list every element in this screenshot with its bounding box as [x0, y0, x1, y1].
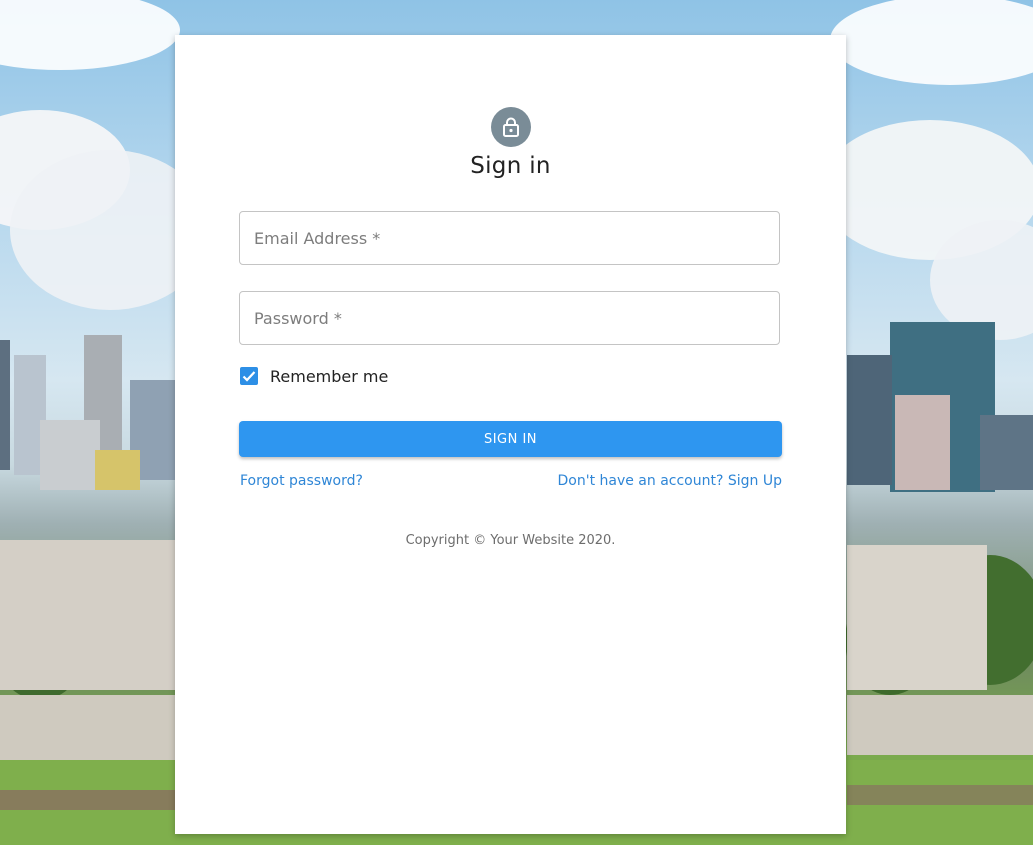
remember-me-label: Remember me: [270, 366, 389, 386]
check-icon: [242, 371, 256, 382]
password-field[interactable]: [239, 291, 780, 345]
remember-me-checkbox[interactable]: [240, 367, 258, 385]
email-field[interactable]: [239, 211, 780, 265]
page-title: Sign in: [470, 153, 551, 179]
copyright-text: Copyright © Your Website 2020.: [405, 533, 616, 548]
sign-up-link[interactable]: Don't have an account? Sign Up: [558, 473, 783, 489]
sign-in-card: Sign in Remember me SIGN IN Forgot passw…: [175, 35, 846, 834]
password-input[interactable]: [240, 292, 779, 344]
remember-me-option[interactable]: Remember me: [239, 365, 388, 387]
sign-in-button[interactable]: SIGN IN: [239, 421, 782, 457]
email-input[interactable]: [240, 212, 779, 264]
lock-icon: [491, 107, 531, 147]
forgot-password-link[interactable]: Forgot password?: [240, 473, 363, 489]
